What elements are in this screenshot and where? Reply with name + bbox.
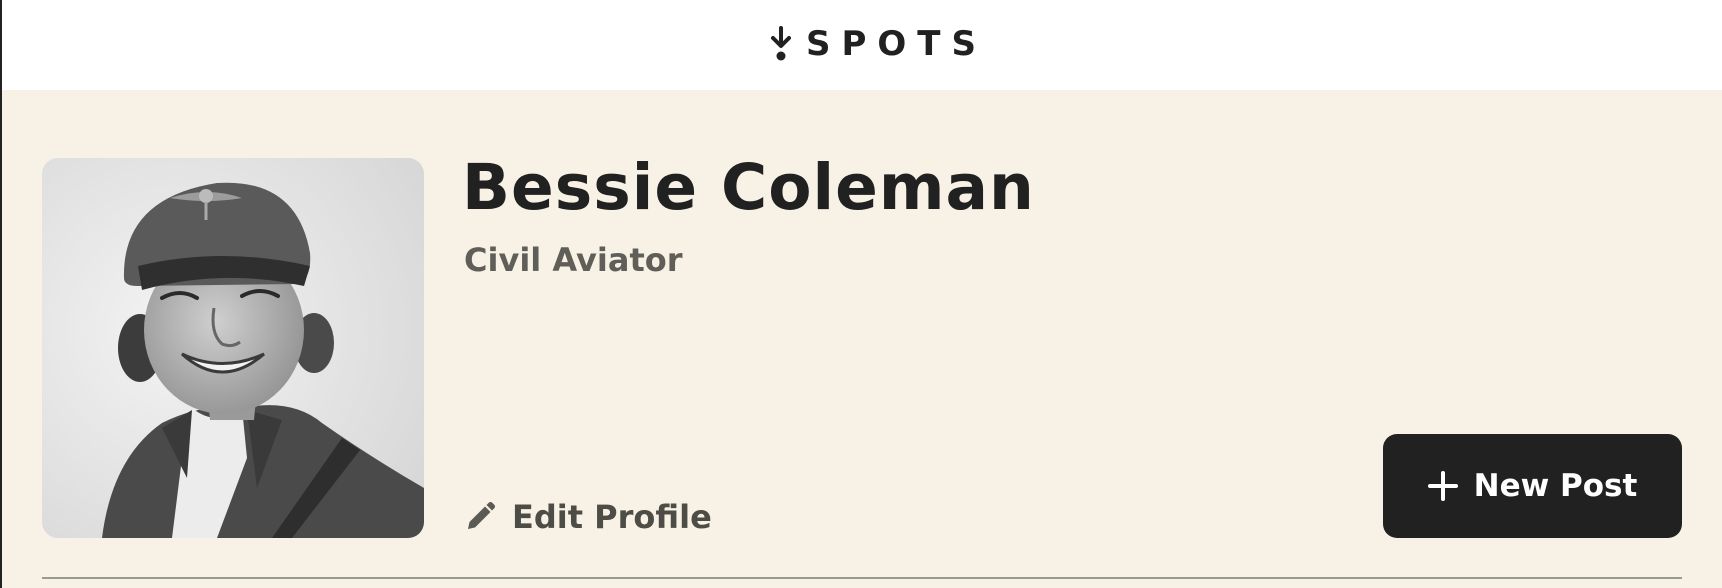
edit-profile-button[interactable]: Edit Profile (464, 495, 712, 539)
new-post-button[interactable]: New Post (1383, 434, 1682, 538)
avatar-photo (42, 158, 424, 538)
spots-logo-icon (771, 26, 791, 61)
site-logo[interactable]: SPOTS (768, 24, 987, 64)
profile-name: Bessie Coleman (462, 151, 1035, 224)
logo-text: SPOTS (806, 24, 987, 64)
profile-section: Bessie Coleman Civil Aviator Edit Profil… (2, 90, 1722, 588)
site-header: SPOTS (2, 0, 1722, 90)
plus-icon (1427, 471, 1458, 501)
new-post-label: New Post (1473, 468, 1638, 504)
section-divider (42, 577, 1682, 579)
pencil-icon (468, 502, 495, 529)
profile-job-title: Civil Aviator (464, 241, 683, 279)
profile-avatar (42, 158, 424, 538)
edit-profile-label: Edit Profile (512, 498, 712, 536)
